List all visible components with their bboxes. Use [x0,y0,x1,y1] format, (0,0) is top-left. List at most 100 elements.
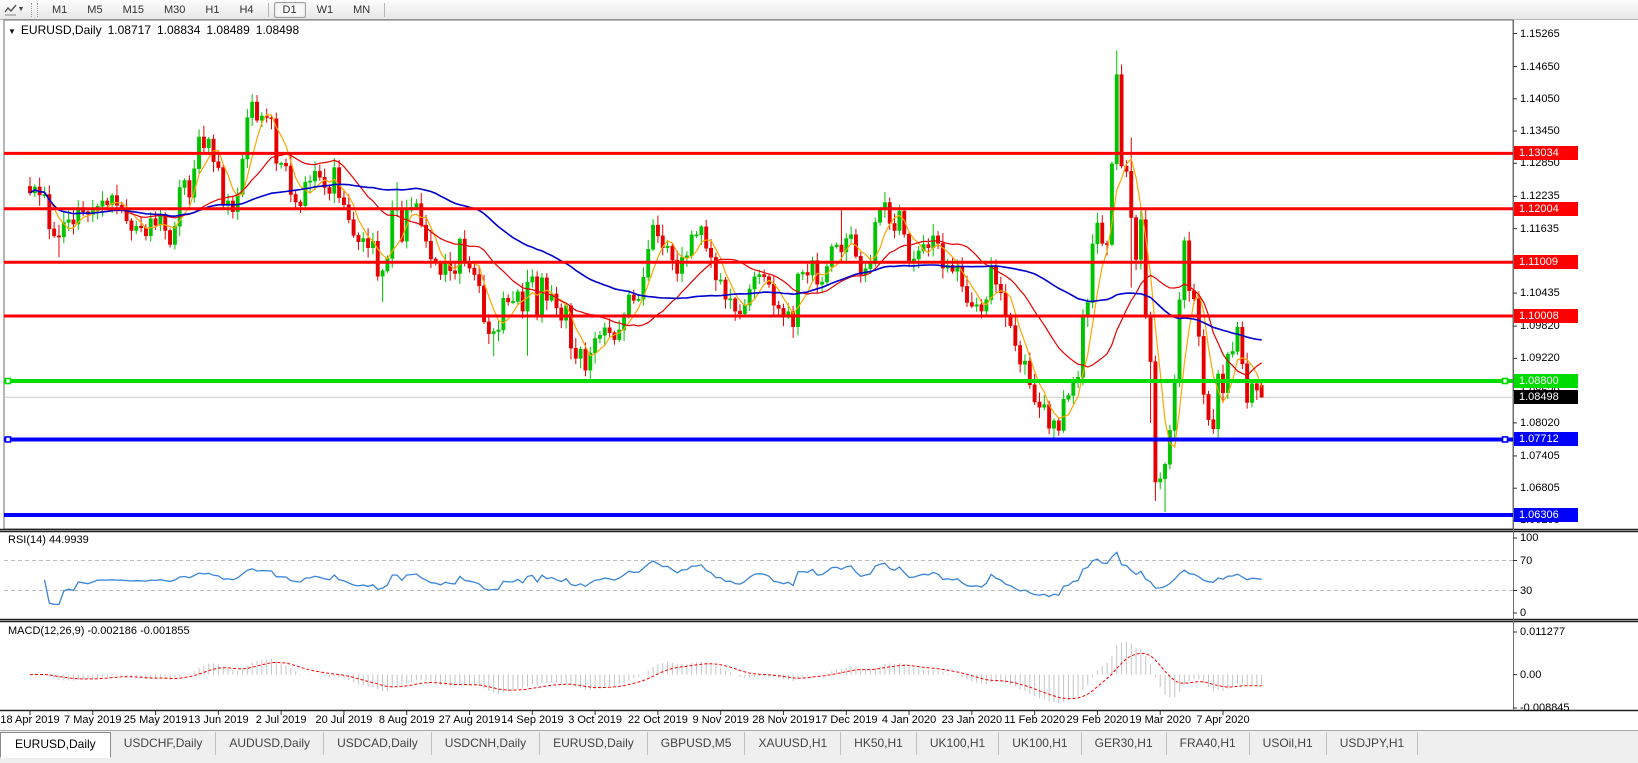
candle-body [1221,373,1225,394]
candle-body [356,235,361,243]
candle-body [1206,394,1211,420]
candle-body [1134,217,1139,260]
candle-body [631,294,636,301]
candle-body [607,327,612,333]
candle-body [979,304,984,312]
chart-tab-gbpusd-m5[interactable]: GBPUSD,M5 [648,732,746,755]
candle-body [1018,345,1023,365]
candle-body [771,283,776,306]
candle-body [738,310,742,315]
candle-body [936,235,940,244]
candle-body [1023,360,1027,365]
candle-body [593,338,598,354]
chart-tab-fra40-h1[interactable]: FRA40,H1 [1167,732,1250,755]
candle-body [1042,404,1047,408]
candle-body [57,235,61,238]
candle-body [1066,395,1071,400]
candle-body [506,297,511,303]
candle-body [757,274,762,277]
hline-handle[interactable] [1501,436,1509,443]
chart-tab-usdchf-daily[interactable]: USDCHF,Daily [111,732,217,755]
candle-body [1037,401,1042,408]
chart-tab-uk100-h1[interactable]: UK100,H1 [917,732,1000,755]
candle-body [573,347,578,359]
candle-body [752,276,757,290]
candle-body [1061,398,1066,431]
candle-body [428,240,433,260]
chart-tab-hk50-h1[interactable]: HK50,H1 [841,732,917,755]
candle-body [216,161,221,168]
candle-body [849,234,854,239]
candle-body [1158,478,1163,483]
candle-body [544,277,549,301]
candle-body [907,233,912,261]
candle-body [52,228,57,237]
hline-handle[interactable] [1501,377,1509,385]
candle-body [583,349,588,371]
candle-body [699,226,704,236]
candle-body [419,203,424,226]
candle-body [578,349,583,359]
candle-body [931,235,936,248]
candle-body [250,101,255,118]
candle-body [114,195,119,206]
candle-body [443,262,448,275]
candle-body [723,279,728,300]
candle-body [255,101,259,121]
chart-tab-eurusd-daily[interactable]: EURUSD,Daily [0,732,111,758]
candle-body [602,327,607,336]
candle-body [380,270,385,277]
candle-body [911,258,916,261]
candle-body [1235,326,1240,352]
candle-body [776,304,781,309]
chart-tab-audusd-daily[interactable]: AUDUSD,Daily [216,732,325,755]
candle-body [704,226,709,249]
hline-handle[interactable] [4,377,12,385]
candle-body [858,256,863,275]
candle-body [670,245,675,261]
candle-body [728,298,733,301]
chart-canvas[interactable] [0,0,1638,763]
candle-body [259,115,264,121]
chart-tab-xauusd-h1[interactable]: XAUUSD,H1 [745,732,842,755]
candle-body [501,297,506,331]
candle-body [554,293,559,309]
candle-body [1008,316,1013,326]
candle-body [1182,240,1187,301]
macd-signal-line [29,652,1262,700]
candle-body [1254,383,1259,391]
chart-tab-usdcad-daily[interactable]: USDCAD,Daily [324,732,432,755]
rsi-pane[interactable] [4,551,1513,606]
candle-body [684,255,689,258]
candle-body [1196,298,1201,337]
candle-body [351,219,356,236]
chart-tab-usoil-h1[interactable]: USOil,H1 [1250,732,1327,755]
candle-body [651,224,656,250]
chart-tab-eurusd-daily[interactable]: EURUSD,Daily [540,732,648,755]
candle-body [139,225,144,229]
candle-body [820,281,825,285]
candle-body [1056,420,1061,431]
chart-tab-usdjpy-h1[interactable]: USDJPY,H1 [1327,732,1419,755]
chart-tab-usdcnh-daily[interactable]: USDCNH,Daily [432,732,541,755]
candle-body [361,238,366,243]
candle-body [800,272,805,275]
candle-body [1090,243,1095,303]
chart-tab-ger30-h1[interactable]: GER30,H1 [1082,732,1167,755]
chart-tab-uk100-h1[interactable]: UK100,H1 [999,732,1082,755]
candle-body [366,238,371,248]
candle-body [100,200,105,207]
candle-body [313,171,317,182]
candle-body [143,227,148,237]
candle-body [680,257,684,274]
candle-body [926,244,931,248]
candle-body [346,204,351,220]
hline-handle[interactable] [4,436,12,443]
candle-body [1003,292,1008,317]
candle-body [1100,222,1105,244]
macd-pane[interactable] [29,641,1263,704]
candle-body [1114,74,1119,165]
candle-body [279,163,284,165]
chart-tab-bar: EURUSD,Daily USDCHF,Daily AUDUSD,Daily USDC… [0,730,1638,763]
candle-body [105,200,110,205]
